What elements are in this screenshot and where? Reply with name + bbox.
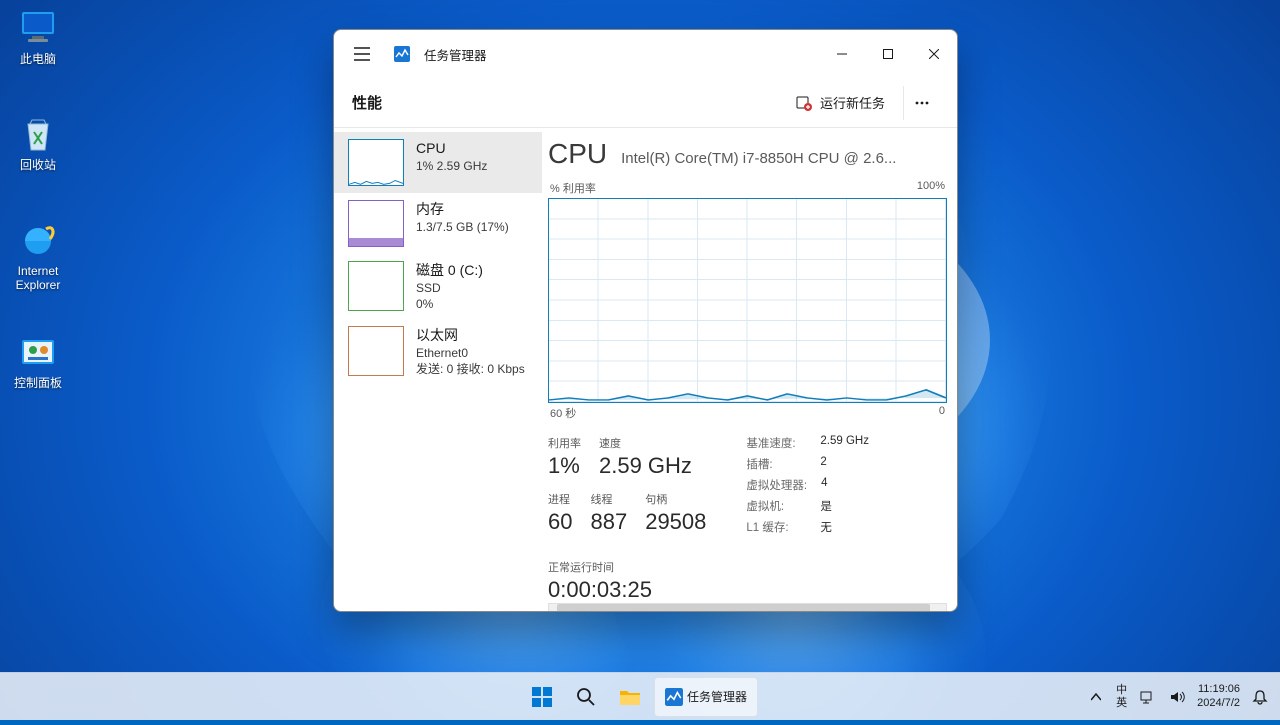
desktop-icon-ie[interactable]: Internet Explorer [0, 220, 76, 293]
desktop-icon-label: 控制面板 [14, 376, 62, 390]
detail-subtitle: Intel(R) Core(TM) i7-8850H CPU @ 2.6... [621, 150, 896, 167]
horizontal-scrollbar[interactable] [548, 603, 947, 611]
sidebar-item-memory[interactable]: 内存 1.3/7.5 GB (17%) [334, 193, 542, 254]
chart-y-max: 100% [917, 180, 945, 196]
spec-val-sockets: 2 [820, 456, 826, 472]
spec-val-vproc: 4 [821, 477, 827, 493]
file-explorer-button[interactable] [610, 677, 650, 717]
spec-val-l1: 无 [820, 519, 832, 535]
ime-indicator[interactable]: 中 英 [1116, 684, 1127, 708]
sidebar-item-desc2: 发送: 0 接收: 0 Kbps [416, 361, 525, 377]
sidebar-item-name: CPU [416, 139, 487, 158]
tray-volume-icon[interactable] [1167, 681, 1187, 713]
stat-value-speed: 2.59 GHz [599, 453, 692, 479]
tray-time: 11:19:06 [1197, 683, 1240, 696]
start-button[interactable] [522, 677, 562, 717]
sidebar-item-name: 以太网 [416, 326, 525, 345]
cpu-utilization-chart [548, 198, 947, 403]
control-panel-icon [18, 332, 58, 372]
sidebar-item-name: 磁盘 0 (C:) [416, 261, 483, 280]
titlebar[interactable]: 任务管理器 [334, 30, 957, 78]
close-button[interactable] [911, 39, 957, 69]
memory-thumb [348, 200, 404, 247]
desktop-icon-label: Internet Explorer [0, 264, 76, 293]
taskbar-item-label: 任务管理器 [687, 688, 747, 705]
sidebar-item-ethernet[interactable]: 以太网 Ethernet0 发送: 0 接收: 0 Kbps [334, 319, 542, 384]
desktop-icon-this-pc[interactable]: 此电脑 [0, 8, 76, 66]
stat-value-utilization: 1% [548, 453, 581, 479]
tray-notifications-icon[interactable] [1250, 681, 1270, 713]
sidebar-item-desc: Ethernet0 [416, 345, 525, 361]
sidebar-item-disk[interactable]: 磁盘 0 (C:) SSD 0% [334, 254, 542, 319]
spec-val-base: 2.59 GHz [820, 435, 869, 451]
detail-panel: CPU Intel(R) Core(TM) i7-8850H CPU @ 2.6… [542, 128, 957, 611]
sidebar-item-desc2: 0% [416, 296, 483, 312]
desktop-icon-control-panel[interactable]: 控制面板 [0, 332, 76, 390]
stat-value-uptime: 0:00:03:25 [548, 577, 706, 603]
desktop-icon-label: 此电脑 [20, 52, 56, 66]
toolbar: 性能 运行新任务 [334, 78, 957, 128]
stat-label-processes: 进程 [548, 491, 572, 507]
run-task-icon [796, 95, 812, 111]
sidebar-item-name: 内存 [416, 200, 509, 219]
ime-bot: 英 [1116, 697, 1127, 709]
cpu-specs: 基准速度: 2.59 GHz 插槽: 2 虚拟处理器: 4 虚拟机: 是 L1 缓存: 无 [746, 435, 869, 603]
sidebar-item-desc: 1.3/7.5 GB (17%) [416, 219, 509, 235]
sidebar-item-desc: SSD [416, 280, 483, 296]
tray-date: 2024/7/2 [1197, 697, 1240, 710]
hamburger-button[interactable] [344, 36, 380, 72]
desktop-icon-label: 回收站 [20, 158, 56, 172]
ie-icon [18, 220, 58, 260]
spec-val-vm: 是 [820, 498, 832, 514]
stat-value-handles: 29508 [645, 509, 706, 535]
chart-y-label: % 利用率 [550, 180, 596, 196]
stat-label-uptime: 正常运行时间 [548, 559, 706, 575]
sidebar-item-cpu[interactable]: CPU 1% 2.59 GHz [334, 132, 542, 193]
spec-key-vproc: 虚拟处理器: [746, 477, 807, 493]
disk-thumb [348, 261, 404, 311]
search-button[interactable] [566, 677, 606, 717]
resource-sidebar: CPU 1% 2.59 GHz 内存 1.3/7.5 GB (17%) 磁盘 0… [334, 128, 542, 611]
tray-clock[interactable]: 11:19:06 2024/7/2 [1197, 683, 1240, 709]
spec-key-base: 基准速度: [746, 435, 806, 451]
stat-label-threads: 线程 [590, 491, 627, 507]
stat-value-processes: 60 [548, 509, 572, 535]
ethernet-thumb [348, 326, 404, 376]
task-manager-icon [665, 688, 683, 706]
stat-label-speed: 速度 [599, 435, 692, 451]
minimize-button[interactable] [819, 39, 865, 69]
desktop-icon-recycle-bin[interactable]: 回收站 [0, 114, 76, 172]
maximize-button[interactable] [865, 39, 911, 69]
spec-key-vm: 虚拟机: [746, 498, 806, 514]
taskbar-item-task-manager[interactable]: 任务管理器 [654, 677, 758, 717]
spec-key-sockets: 插槽: [746, 456, 806, 472]
task-manager-window: 任务管理器 性能 运行新任务 CPU [333, 29, 958, 612]
stat-value-threads: 887 [590, 509, 627, 535]
ime-top: 中 [1116, 684, 1127, 696]
task-manager-icon [394, 46, 410, 62]
chart-x-left: 60 秒 [550, 405, 576, 421]
sidebar-item-desc: 1% 2.59 GHz [416, 158, 487, 174]
cpu-thumb [348, 139, 404, 186]
stat-label-utilization: 利用率 [548, 435, 581, 451]
more-button[interactable] [903, 86, 939, 120]
detail-title: CPU [548, 138, 607, 170]
window-title: 任务管理器 [424, 45, 487, 64]
monitor-icon [18, 8, 58, 48]
recycle-bin-icon [18, 114, 58, 154]
run-new-task-label: 运行新任务 [820, 93, 885, 112]
spec-key-l1: L1 缓存: [746, 519, 806, 535]
page-title: 性能 [352, 92, 382, 113]
run-new-task-button[interactable]: 运行新任务 [786, 87, 895, 118]
tray-chevron-up-icon[interactable] [1086, 681, 1106, 713]
stat-label-handles: 句柄 [645, 491, 706, 507]
taskbar: 任务管理器 中 英 11:19:06 2024/7/2 [0, 672, 1280, 720]
chart-x-right: 0 [939, 405, 945, 421]
tray-network-icon[interactable] [1137, 681, 1157, 713]
